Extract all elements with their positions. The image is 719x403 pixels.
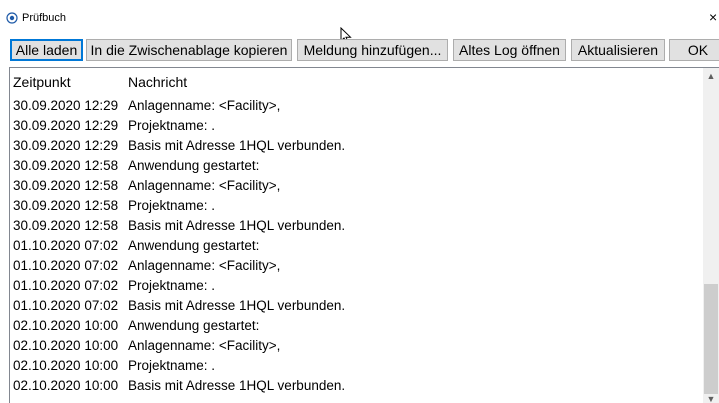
log-row[interactable]: 01.10.2020 07:02 Anlagenname: <Facility>, — [10, 256, 704, 276]
log-message: Anwendung gestartet: — [128, 158, 260, 173]
log-timestamp: 30.09.2020 12:29 — [13, 118, 119, 133]
log-message: Anlagenname: <Facility>, — [128, 98, 281, 113]
log-timestamp: 02.10.2020 10:00 — [13, 358, 119, 373]
log-timestamp: 01.10.2020 07:02 — [13, 238, 119, 253]
log-row[interactable]: 30.09.2020 12:58 Projektname: . — [10, 196, 704, 216]
title-bar: Prüfbuch × — [0, 0, 719, 34]
list-header: Zeitpunkt Nachricht — [10, 68, 704, 95]
log-row[interactable]: 30.09.2020 12:29 Basis mit Adresse 1HQL v… — [10, 136, 704, 156]
log-timestamp: 30.09.2020 12:58 — [13, 158, 119, 173]
scroll-up-icon[interactable]: ▲ — [703, 68, 719, 84]
log-row[interactable]: 01.10.2020 07:02 Basis mit Adresse 1HQL v… — [10, 296, 704, 316]
scroll-thumb[interactable] — [704, 284, 718, 394]
log-timestamp: 01.10.2020 07:02 — [13, 258, 119, 273]
log-row[interactable]: 01.10.2020 07:02 Anwendung gestartet: — [10, 236, 704, 256]
open-old-log-button[interactable]: Altes Log öffnen — [453, 39, 566, 61]
load-all-button[interactable]: Alle laden — [10, 39, 83, 61]
log-timestamp: 01.10.2020 07:02 — [13, 278, 119, 293]
log-rows: 30.09.2020 12:29 Anlagenname: <Facility>,… — [10, 96, 704, 396]
vertical-scrollbar[interactable]: ▲ ▼ — [703, 68, 719, 403]
log-timestamp: 30.09.2020 12:58 — [13, 198, 119, 213]
column-header-message[interactable]: Nachricht — [128, 73, 187, 91]
log-timestamp: 01.10.2020 07:02 — [13, 298, 119, 313]
log-row[interactable]: 30.09.2020 12:58 Basis mit Adresse 1HQL v… — [10, 216, 704, 236]
log-message: Basis mit Adresse 1HQL verbunden. — [128, 218, 346, 233]
log-timestamp: 02.10.2020 10:00 — [13, 378, 119, 393]
log-message: Anlagenname: <Facility>, — [128, 178, 281, 193]
log-timestamp: 30.09.2020 12:29 — [13, 138, 119, 153]
column-header-timestamp[interactable]: Zeitpunkt — [13, 73, 71, 91]
log-row[interactable]: 02.10.2020 10:00 Anlagenname: <Facility>, — [10, 336, 704, 356]
log-message: Projektname: . — [128, 278, 216, 293]
window-title: Prüfbuch — [22, 12, 67, 24]
log-message: Anwendung gestartet: — [128, 238, 260, 253]
ok-button[interactable]: OK — [669, 39, 719, 61]
log-row[interactable]: 30.09.2020 12:29 Anlagenname: <Facility>, — [10, 96, 704, 116]
log-row[interactable]: 02.10.2020 10:00 Projektname: . — [10, 356, 704, 376]
log-row[interactable]: 02.10.2020 10:00 Basis mit Adresse 1HQL v… — [10, 376, 704, 396]
log-timestamp: 02.10.2020 10:00 — [13, 338, 119, 353]
log-message: Projektname: . — [128, 198, 216, 213]
scroll-down-icon[interactable]: ▼ — [703, 394, 719, 403]
log-list[interactable]: Zeitpunkt Nachricht 30.09.2020 12:29 Anla… — [9, 67, 719, 403]
log-timestamp: 30.09.2020 12:58 — [13, 178, 119, 193]
close-icon[interactable]: × — [709, 10, 719, 24]
log-message: Anlagenname: <Facility>, — [128, 338, 281, 353]
log-message: Basis mit Adresse 1HQL verbunden. — [128, 378, 346, 393]
log-timestamp: 30.09.2020 12:29 — [13, 98, 119, 113]
log-timestamp: 30.09.2020 12:58 — [13, 218, 119, 233]
app-icon — [6, 12, 18, 24]
log-row[interactable]: 30.09.2020 12:58 Anwendung gestartet: — [10, 156, 704, 176]
toolbar: Alle laden In die Zwischenablage kopiere… — [10, 39, 719, 61]
copy-to-clipboard-button[interactable]: In die Zwischenablage kopieren — [86, 39, 292, 61]
log-message: Anwendung gestartet: — [128, 318, 260, 333]
log-row[interactable]: 01.10.2020 07:02 Projektname: . — [10, 276, 704, 296]
add-message-button[interactable]: Meldung hinzufügen... — [297, 39, 448, 61]
log-timestamp: 02.10.2020 10:00 — [13, 318, 119, 333]
refresh-button[interactable]: Aktualisieren — [571, 39, 665, 61]
log-row[interactable]: 30.09.2020 12:58 Anlagenname: <Facility>, — [10, 176, 704, 196]
log-message: Projektname: . — [128, 358, 216, 373]
log-row[interactable]: 30.09.2020 12:29 Projektname: . — [10, 116, 704, 136]
log-message: Projektname: . — [128, 118, 216, 133]
log-message: Basis mit Adresse 1HQL verbunden. — [128, 138, 346, 153]
log-message: Anlagenname: <Facility>, — [128, 258, 281, 273]
log-message: Basis mit Adresse 1HQL verbunden. — [128, 298, 346, 313]
log-row[interactable]: 02.10.2020 10:00 Anwendung gestartet: — [10, 316, 704, 336]
